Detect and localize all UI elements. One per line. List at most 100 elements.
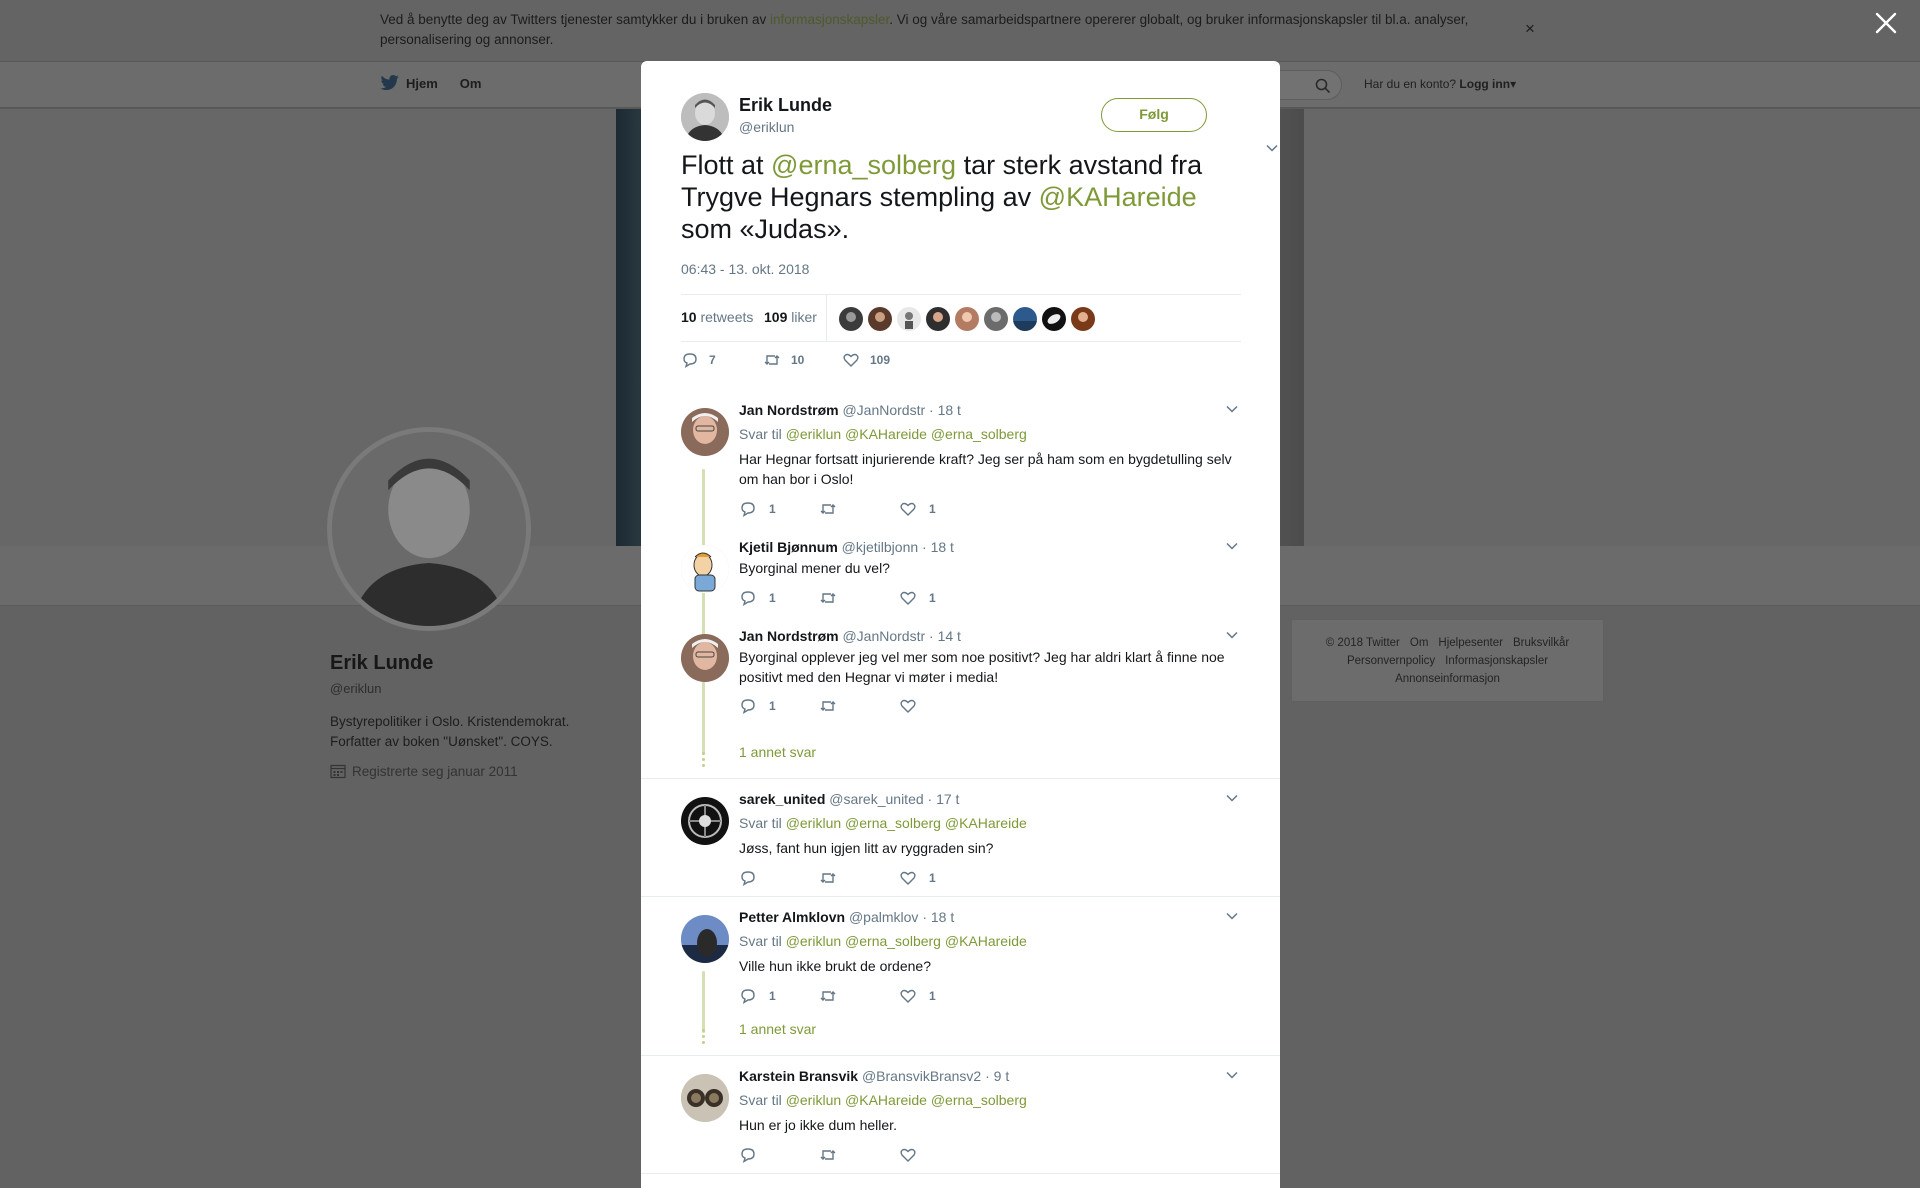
tweet-timestamp[interactable]: 06:43 - 13. okt. 2018 <box>681 261 809 277</box>
like-button[interactable]: 1 <box>899 987 936 1005</box>
liker-avatar[interactable] <box>984 307 1008 331</box>
footer-link[interactable]: Bruksvilkår <box>1513 637 1569 649</box>
author-avatar[interactable] <box>681 93 729 141</box>
like-button[interactable]: 1 <box>899 500 936 518</box>
reply-name[interactable]: Karstein Bransvik <box>739 1068 858 1084</box>
retweet-button[interactable] <box>819 589 849 607</box>
like-button[interactable]: 109 <box>842 351 890 369</box>
mention-link[interactable]: @KAHareide <box>1039 182 1197 212</box>
reply-button[interactable]: 1 <box>739 987 776 1005</box>
login-link[interactable]: Logg inn <box>1459 77 1510 91</box>
reply-time[interactable]: · 18 t <box>922 909 954 925</box>
like-button[interactable]: 1 <box>899 869 936 887</box>
reply-button[interactable] <box>739 869 769 887</box>
mention-link[interactable]: @eriklun @erna_solberg @KAHareide <box>786 933 1027 949</box>
reply-time[interactable]: · 18 t <box>929 402 961 418</box>
footer-link[interactable]: Personvernpolicy <box>1347 655 1435 667</box>
chevron-down-icon[interactable] <box>1265 141 1279 155</box>
cookie-banner: Ved å benytte deg av Twitters tjenester … <box>0 0 1920 62</box>
reply-button[interactable]: 1 <box>739 697 776 715</box>
reply-name[interactable]: sarek_united <box>739 791 825 807</box>
reply-time[interactable]: · 17 t <box>928 791 960 807</box>
retweet-icon <box>820 991 836 1001</box>
like-button[interactable] <box>899 1146 929 1164</box>
reply-handle[interactable]: @palmklov <box>849 909 918 925</box>
reply-handle[interactable]: @kjetilbjonn <box>842 539 918 555</box>
retweet-stat[interactable]: 10 retweets <box>681 309 753 325</box>
mention-link[interactable]: @erna_solberg <box>771 150 956 180</box>
reply-handle[interactable]: @sarek_united <box>829 791 923 807</box>
liker-avatar[interactable] <box>1013 307 1037 331</box>
profile-avatar[interactable] <box>327 427 531 631</box>
reply-to: Svar til @eriklun @KAHareide @erna_solbe… <box>739 426 1027 442</box>
chevron-down-icon[interactable] <box>1225 402 1239 416</box>
cookie-link[interactable]: informasjonskapsler <box>770 12 889 27</box>
liker-avatar[interactable] <box>926 307 950 331</box>
nav-about[interactable]: Om <box>460 75 482 91</box>
retweet-button[interactable]: 10 <box>763 351 804 369</box>
liker-avatar[interactable] <box>1071 307 1095 331</box>
chevron-down-icon[interactable] <box>1225 791 1239 805</box>
retweet-button[interactable] <box>819 1146 849 1164</box>
chevron-down-icon[interactable] <box>1225 1068 1239 1082</box>
liker-avatar[interactable] <box>839 307 863 331</box>
reply-handle[interactable]: @BransvikBransv2 <box>862 1068 981 1084</box>
more-replies-link[interactable]: 1 annet svar <box>739 1021 816 1037</box>
mention-link[interactable]: @eriklun @KAHareide @erna_solberg <box>786 426 1027 442</box>
retweet-button[interactable] <box>819 869 849 887</box>
retweet-button[interactable] <box>819 500 849 518</box>
reply-avatar[interactable] <box>681 545 729 593</box>
retweet-button[interactable] <box>819 987 849 1005</box>
reply-avatar[interactable] <box>681 797 729 845</box>
reply-avatar[interactable] <box>681 634 729 682</box>
reply-button[interactable]: 1 <box>739 589 776 607</box>
like-button[interactable]: 1 <box>899 589 936 607</box>
reply-button[interactable]: 1 <box>739 500 776 518</box>
retweet-button[interactable] <box>819 697 849 715</box>
more-replies-link[interactable]: 1 annet svar <box>739 744 816 760</box>
reply-avatar[interactable] <box>681 1074 729 1122</box>
footer-link[interactable]: © 2018 Twitter <box>1326 637 1400 649</box>
reply-time[interactable]: · 9 t <box>985 1068 1009 1084</box>
chevron-down-icon[interactable] <box>1225 628 1239 642</box>
reply-avatar[interactable] <box>681 915 729 963</box>
chevron-down-icon[interactable] <box>1225 539 1239 553</box>
chevron-down-icon[interactable] <box>1225 909 1239 923</box>
reply-icon <box>741 1148 755 1164</box>
author-name[interactable]: Erik Lunde <box>739 95 832 116</box>
reply-time[interactable]: · 18 t <box>922 539 954 555</box>
like-stat[interactable]: 109 liker <box>764 309 817 325</box>
follow-button[interactable]: Følg <box>1101 98 1207 132</box>
reply-time[interactable]: · 14 t <box>929 628 961 644</box>
reply-handle[interactable]: @JanNordstr <box>842 628 925 644</box>
mention-link[interactable]: @eriklun @KAHareide @erna_solberg <box>786 1092 1027 1108</box>
footer-link[interactable]: Informasjonskapsler <box>1445 655 1548 667</box>
liker-avatar[interactable] <box>1042 307 1066 331</box>
cookie-close-button[interactable]: × <box>1525 19 1535 39</box>
liker-avatar[interactable] <box>868 307 892 331</box>
reply-name[interactable]: Kjetil Bjønnum <box>739 539 838 555</box>
liker-avatar[interactable] <box>897 307 921 331</box>
reply-button[interactable]: 7 <box>681 351 716 369</box>
liker-avatar[interactable] <box>955 307 979 331</box>
tweet-text: Flott at @erna_solberg tar sterk avstand… <box>681 150 1203 244</box>
footer-link[interactable]: Annonseinformasjon <box>1395 673 1500 685</box>
reply-name[interactable]: Petter Almklovn <box>739 909 845 925</box>
reply-name[interactable]: Jan Nordstrøm <box>739 628 839 644</box>
reply-button[interactable] <box>739 1146 769 1164</box>
like-button[interactable] <box>899 697 929 715</box>
reply-handle[interactable]: @JanNordstr <box>842 402 925 418</box>
nav-home[interactable]: Hjem <box>380 75 438 91</box>
retweet-icon <box>820 593 836 603</box>
reply-actions: 1 1 <box>739 987 1139 1007</box>
reply-header: Petter Almklovn @palmklov · 18 t <box>739 909 954 925</box>
footer-link[interactable]: Hjelpesenter <box>1438 637 1503 649</box>
close-icon[interactable] <box>1874 11 1898 35</box>
retweet-icon <box>820 1150 836 1160</box>
author-handle[interactable]: @eriklun <box>739 119 794 135</box>
reply-name[interactable]: Jan Nordstrøm <box>739 402 839 418</box>
reply-avatar[interactable] <box>681 408 729 456</box>
footer-link[interactable]: Om <box>1410 637 1429 649</box>
mention-link[interactable]: @eriklun @erna_solberg @KAHareide <box>786 815 1027 831</box>
tweet-header: Erik Lunde @eriklun Følg <box>681 93 1278 153</box>
